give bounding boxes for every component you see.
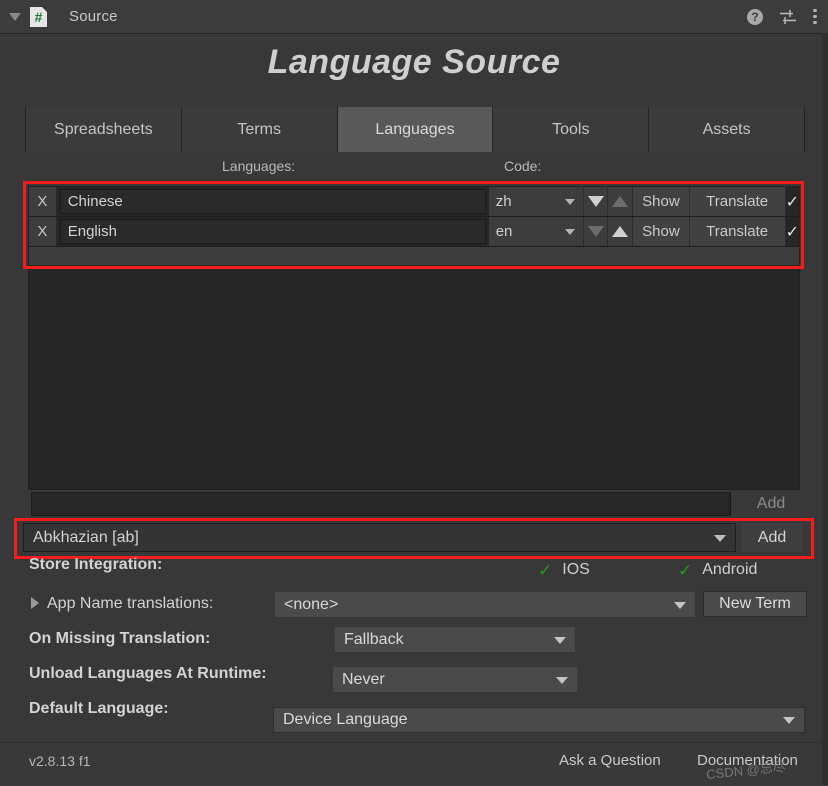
app-name-dropdown[interactable]: <none> <box>275 592 695 617</box>
translate-button[interactable]: Translate <box>689 187 786 216</box>
show-button[interactable]: Show <box>633 187 690 216</box>
kebab-menu-icon[interactable] <box>813 8 817 25</box>
tab-spreadsheets[interactable]: Spreadsheets <box>26 107 182 152</box>
documentation-link[interactable]: Documentation <box>697 752 798 769</box>
chevron-down-icon <box>554 636 566 644</box>
translate-button[interactable]: Translate <box>689 217 786 246</box>
list-row-tail <box>29 247 799 265</box>
arrow-down-icon <box>587 196 604 207</box>
app-name-value: <none> <box>284 595 339 613</box>
on-missing-translation-value: Fallback <box>344 630 404 648</box>
move-up-button[interactable] <box>608 187 634 216</box>
language-code-value: en <box>495 223 513 240</box>
chevron-down-icon <box>564 228 575 235</box>
language-list-panel: X Chinese zh Show Translate ✓ X English … <box>28 186 800 490</box>
store-integration-label: Store Integration: <box>29 556 163 573</box>
move-down-button[interactable] <box>583 187 609 216</box>
inspector-header: # Source ? <box>0 0 828 34</box>
app-name-foldout-icon[interactable] <box>31 597 39 609</box>
column-header-code: Code: <box>504 158 542 174</box>
chevron-down-icon <box>783 717 795 724</box>
unload-languages-value: Never <box>342 670 385 688</box>
remove-language-button[interactable]: X <box>29 217 57 246</box>
app-name-label: App Name translations: <box>47 595 214 612</box>
preset-sliders-icon[interactable] <box>779 9 797 25</box>
arrow-down-icon <box>587 226 604 237</box>
component-title: Source <box>69 8 118 25</box>
add-language-button[interactable]: Add <box>741 523 803 552</box>
default-language-value: Device Language <box>283 711 408 728</box>
language-enabled-checkbox[interactable]: ✓ <box>785 217 800 246</box>
chevron-down-icon <box>556 676 568 684</box>
language-code-dropdown[interactable]: en <box>488 217 584 246</box>
chevron-down-icon <box>674 601 686 609</box>
tab-tools[interactable]: Tools <box>493 107 650 152</box>
inspector-window: # Source ? Language Source Spreadsheets … <box>0 0 828 786</box>
table-row: X English en Show Translate ✓ <box>29 217 800 247</box>
chevron-down-icon <box>714 534 726 542</box>
arrow-up-icon <box>612 196 629 207</box>
arrow-up-icon <box>612 226 629 237</box>
default-language-dropdown[interactable]: Device Language <box>273 707 805 733</box>
tab-assets[interactable]: Assets <box>649 107 804 152</box>
language-code-value: zh <box>495 193 512 210</box>
language-name-input[interactable]: English <box>59 219 486 244</box>
unload-languages-label: Unload Languages At Runtime: <box>29 665 267 682</box>
store-label-ios: IOS <box>562 561 590 578</box>
add-language-text-button[interactable]: Add <box>738 491 804 517</box>
foldout-triangle-icon[interactable] <box>9 12 21 21</box>
unload-languages-dropdown[interactable]: Never <box>333 667 577 692</box>
window-right-edge <box>822 33 828 785</box>
check-icon: ✓ <box>678 560 693 580</box>
check-icon: ✓ <box>538 560 553 580</box>
move-down-button[interactable] <box>583 217 609 246</box>
add-language-dropdown[interactable]: Abkhazian [ab] <box>23 523 736 552</box>
add-language-selected-value: Abkhazian [ab] <box>33 528 139 546</box>
store-toggle-ios[interactable]: ✓ IOS <box>538 561 590 579</box>
store-label-android: Android <box>702 561 758 578</box>
language-enabled-checkbox[interactable]: ✓ <box>785 187 800 216</box>
ask-a-question-link[interactable]: Ask a Question <box>559 752 661 769</box>
chevron-down-icon <box>564 198 575 205</box>
default-language-label: Default Language: <box>29 700 169 717</box>
table-row: X Chinese zh Show Translate ✓ <box>29 187 800 217</box>
move-up-button[interactable] <box>608 217 634 246</box>
column-header-languages: Languages: <box>222 158 296 174</box>
new-term-button[interactable]: New Term <box>703 591 807 617</box>
header-icon-group: ? <box>747 8 817 25</box>
version-label: v2.8.13 f1 <box>29 753 91 769</box>
remove-language-button[interactable]: X <box>29 187 57 216</box>
tab-terms[interactable]: Terms <box>181 107 338 152</box>
language-name-input[interactable]: Chinese <box>59 189 486 214</box>
on-missing-translation-dropdown[interactable]: Fallback <box>335 627 575 652</box>
add-language-text-input[interactable] <box>31 492 731 516</box>
help-icon[interactable]: ? <box>747 8 763 25</box>
show-button[interactable]: Show <box>633 217 690 246</box>
language-code-dropdown[interactable]: zh <box>488 187 584 216</box>
page-title: Language Source <box>267 43 561 81</box>
on-missing-translation-label: On Missing Translation: <box>29 630 211 647</box>
store-toggle-android[interactable]: ✓ Android <box>678 561 757 579</box>
tab-bar: Spreadsheets Terms Languages Tools Asset… <box>25 107 805 152</box>
csharp-script-icon: # <box>30 6 47 27</box>
tab-languages[interactable]: Languages <box>337 107 494 152</box>
